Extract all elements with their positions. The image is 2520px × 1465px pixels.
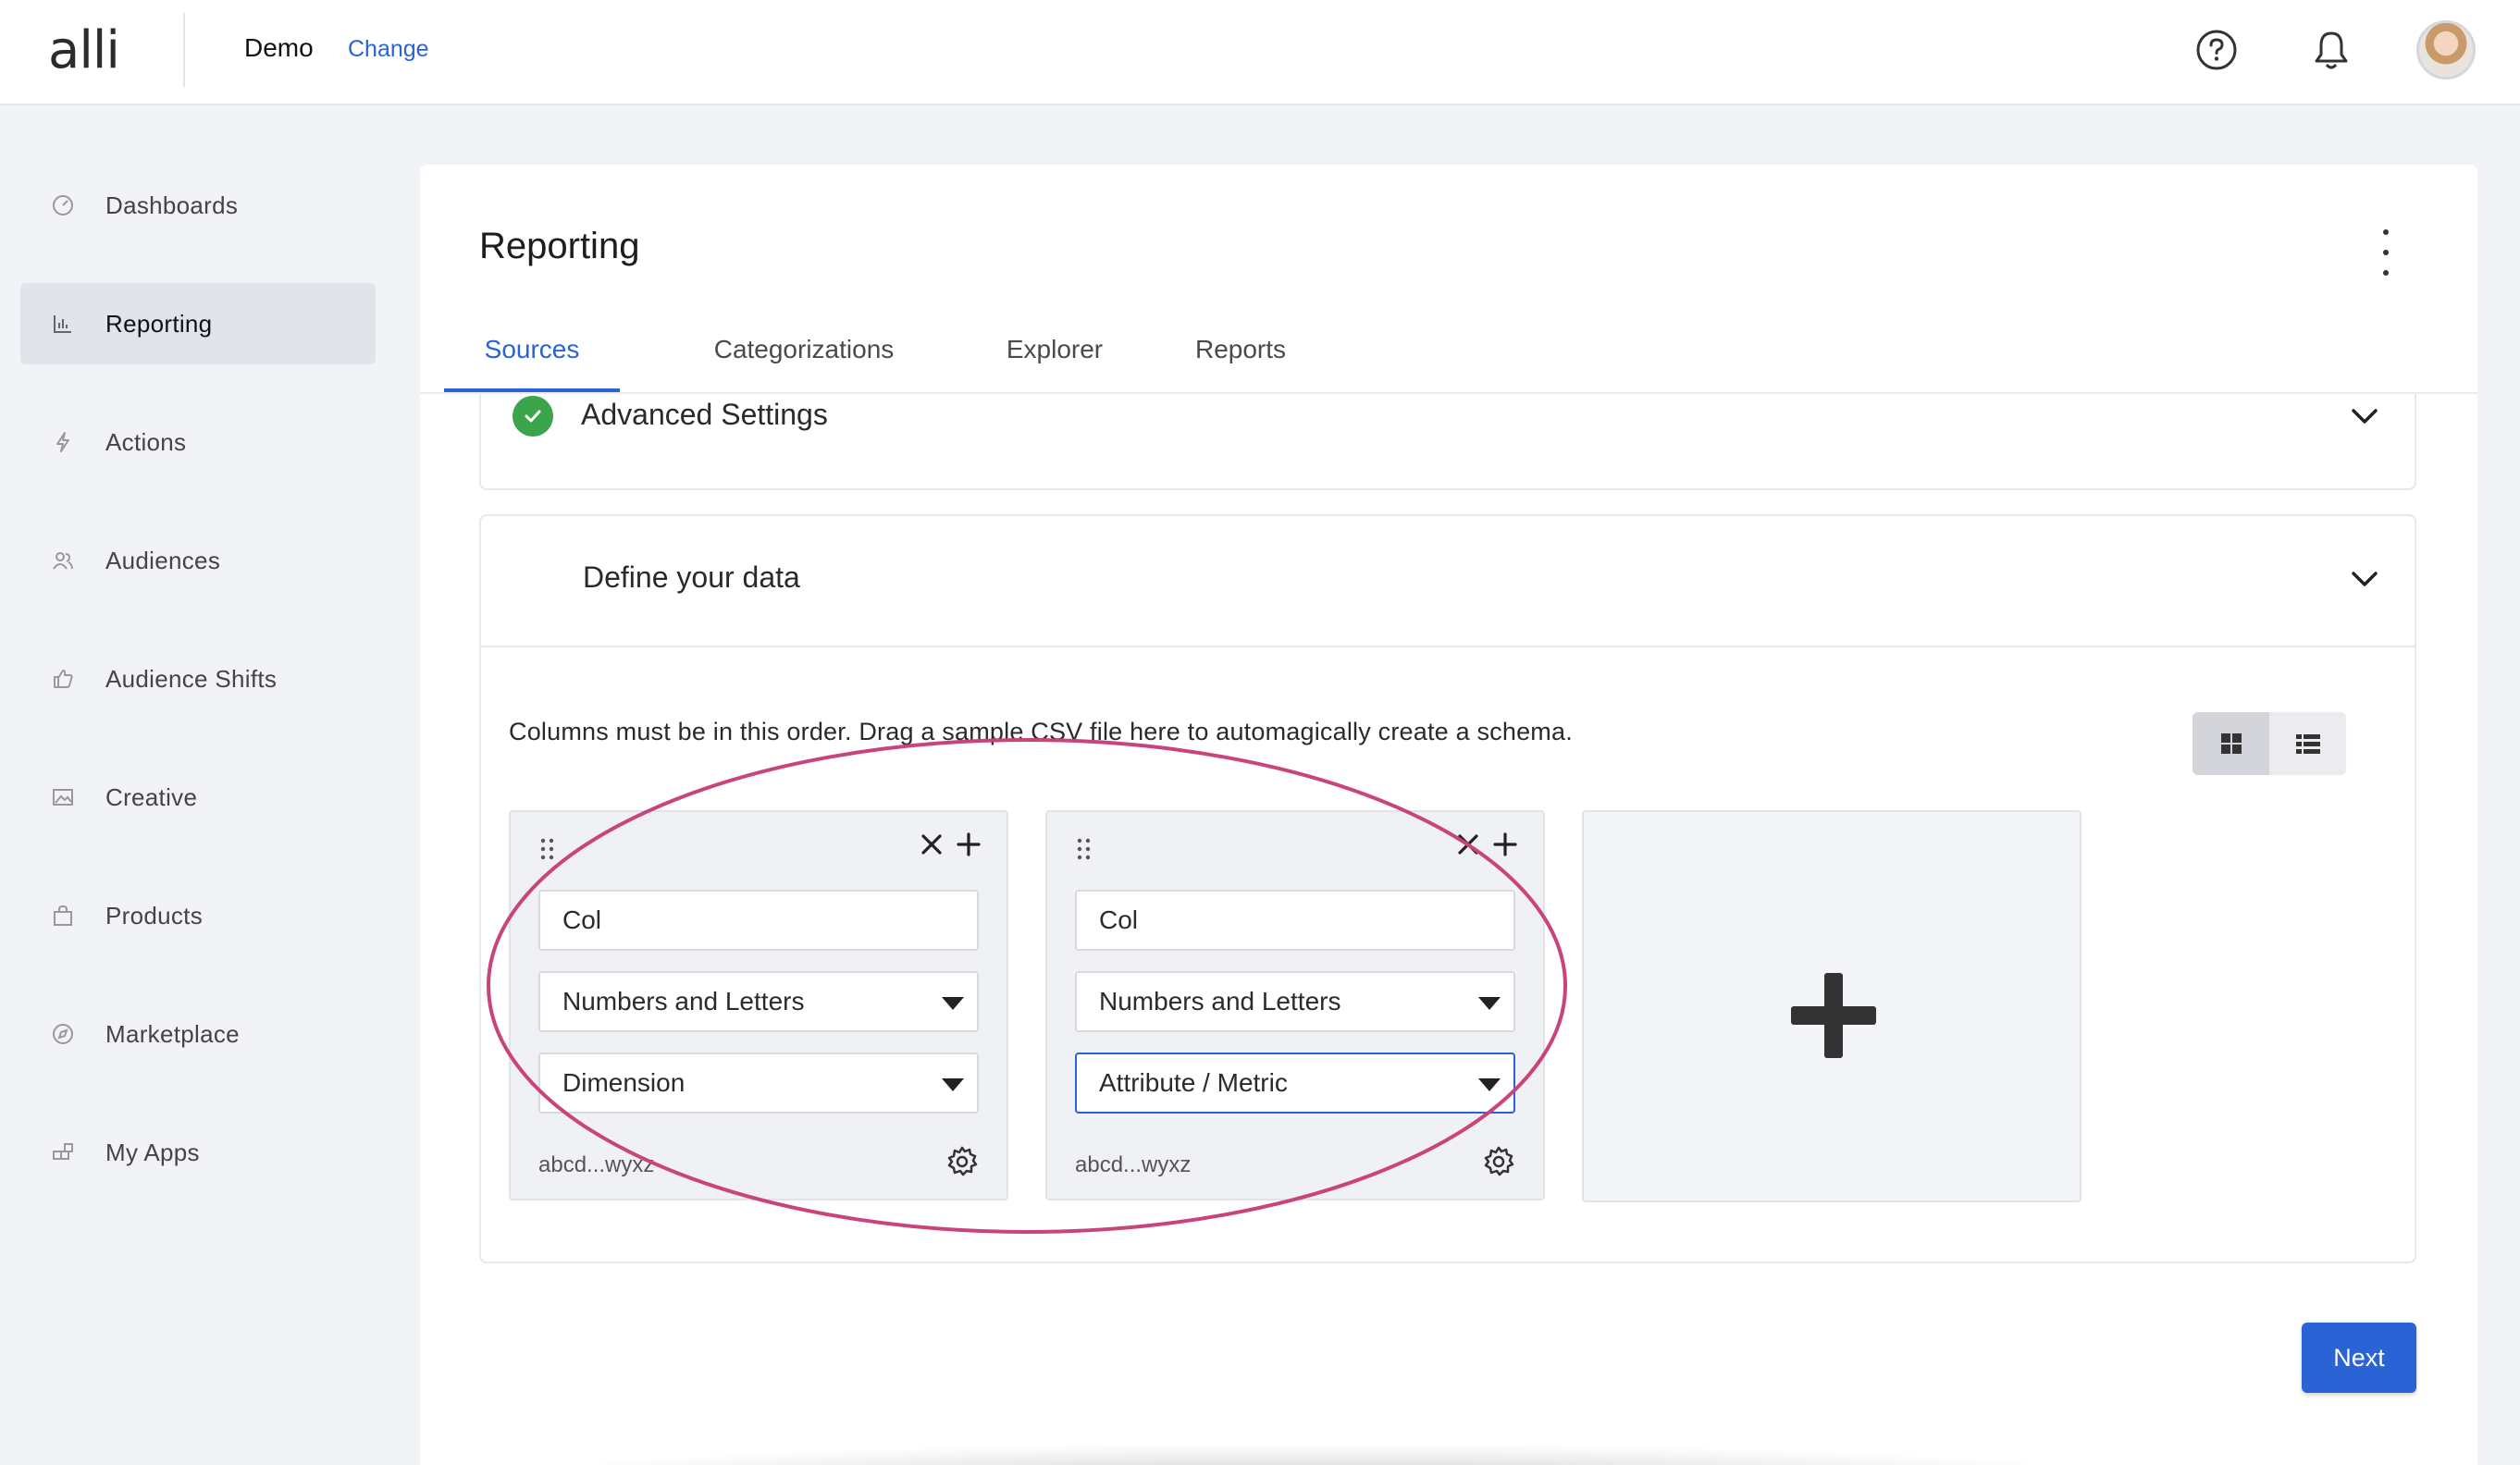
column-name-value: Col — [1099, 905, 1139, 934]
change-client-link[interactable]: Change — [348, 36, 429, 63]
grid-icon — [2220, 733, 2242, 754]
gear-icon[interactable] — [1480, 1143, 1517, 1180]
bar-chart-icon — [50, 311, 76, 337]
sidebar: Dashboards Reporting Actions Audiences A… — [0, 105, 398, 1465]
sidebar-item-creative[interactable]: Creative — [20, 757, 376, 838]
plus-icon — [1791, 973, 1876, 1058]
define-data-panel: Define your data Columns must be in this… — [479, 514, 2416, 1263]
sidebar-item-dashboards[interactable]: Dashboards — [20, 165, 376, 246]
list-view-button[interactable] — [2269, 712, 2346, 775]
sidebar-item-actions[interactable]: Actions — [20, 401, 376, 483]
sidebar-item-label: Dashboards — [105, 191, 239, 219]
people-icon — [50, 548, 76, 573]
page-title: Reporting — [479, 226, 640, 266]
column-card[interactable]: Col Numbers and Letters Attribute / Metr… — [1045, 810, 1545, 1200]
next-button[interactable]: Next — [2302, 1323, 2416, 1393]
data-type-select[interactable]: Numbers and Letters — [538, 971, 979, 1032]
topbar-divider — [183, 13, 185, 87]
remove-column-icon[interactable] — [916, 829, 947, 860]
grid-view-button[interactable] — [2193, 712, 2269, 775]
tab-reports[interactable]: Reports — [1153, 327, 1328, 392]
gauge-icon — [50, 192, 76, 218]
column-name-input[interactable]: Col — [538, 890, 979, 951]
column-sample-text: abcd...wyxz — [1075, 1152, 1192, 1177]
tab-sources[interactable]: Sources — [444, 327, 620, 392]
column-card[interactable]: Col Numbers and Letters Dimension abcd..… — [509, 810, 1008, 1200]
help-icon[interactable] — [2193, 26, 2241, 74]
remove-column-icon[interactable] — [1452, 829, 1484, 860]
list-icon — [2295, 734, 2320, 754]
gear-icon[interactable] — [944, 1143, 981, 1180]
sidebar-item-audience-shifts[interactable]: Audience Shifts — [20, 638, 376, 720]
instructions-text: Columns must be in this order. Drag a sa… — [509, 718, 1573, 745]
advanced-settings-title: Advanced Settings — [581, 398, 828, 431]
column-role-value: Attribute / Metric — [1099, 1068, 1288, 1097]
chevron-down-icon[interactable] — [2346, 560, 2383, 597]
bottom-shadow — [481, 1443, 2146, 1465]
column-role-select[interactable]: Attribute / Metric — [1075, 1053, 1515, 1114]
caret-down-icon — [942, 1078, 964, 1091]
column-role-value: Dimension — [562, 1068, 686, 1097]
caret-down-icon — [1478, 1078, 1501, 1091]
top-bar: alli Demo Change — [0, 0, 2520, 105]
chevron-down-icon[interactable] — [2346, 398, 2383, 435]
avatar[interactable] — [2416, 20, 2476, 80]
add-column-icon[interactable] — [953, 829, 984, 860]
caret-down-icon — [942, 997, 964, 1010]
main-card: Reporting Sources Categorizations Explor… — [420, 165, 2477, 1465]
sidebar-item-label: Audiences — [105, 546, 221, 574]
sidebar-item-audiences[interactable]: Audiences — [20, 520, 376, 601]
sidebar-item-products[interactable]: Products — [20, 875, 376, 956]
thumbs-up-icon — [50, 666, 76, 692]
sidebar-item-label: Marketplace — [105, 1019, 240, 1048]
sidebar-item-marketplace[interactable]: Marketplace — [20, 993, 376, 1075]
sidebar-item-label: Creative — [105, 782, 198, 811]
data-type-value: Numbers and Letters — [1099, 987, 1341, 1016]
column-role-select[interactable]: Dimension — [538, 1053, 979, 1114]
add-column-card[interactable] — [1582, 810, 2081, 1202]
drag-handle-icon[interactable] — [1075, 836, 1093, 862]
image-icon — [50, 784, 76, 810]
sidebar-item-label: My Apps — [105, 1138, 200, 1166]
compass-icon — [50, 1021, 76, 1047]
drag-handle-icon[interactable] — [538, 836, 557, 862]
add-column-icon[interactable] — [1489, 829, 1521, 860]
lightning-icon — [50, 429, 76, 455]
sidebar-item-label: Products — [105, 901, 204, 929]
bell-icon[interactable] — [2307, 26, 2355, 74]
sidebar-item-label: Reporting — [105, 309, 213, 338]
apps-icon — [50, 1139, 76, 1165]
tab-explorer[interactable]: Explorer — [971, 327, 1138, 392]
column-sample-text: abcd...wyxz — [538, 1152, 655, 1177]
data-type-select[interactable]: Numbers and Letters — [1075, 971, 1515, 1032]
view-toggle — [2193, 712, 2346, 775]
bag-icon — [50, 903, 76, 929]
alli-logo[interactable]: alli — [48, 20, 120, 80]
section-divider — [481, 646, 2415, 647]
column-name-input[interactable]: Col — [1075, 890, 1515, 951]
check-circle-icon — [513, 396, 553, 437]
sidebar-item-label: Actions — [105, 427, 187, 456]
tab-categorizations[interactable]: Categorizations — [679, 327, 929, 392]
column-name-value: Col — [562, 905, 602, 934]
client-name: Demo — [244, 33, 314, 62]
sidebar-item-label: Audience Shifts — [105, 664, 278, 693]
sidebar-item-reporting[interactable]: Reporting — [20, 283, 376, 364]
define-data-title: Define your data — [583, 560, 800, 594]
caret-down-icon — [1478, 997, 1501, 1010]
sidebar-item-my-apps[interactable]: My Apps — [20, 1112, 376, 1193]
data-type-value: Numbers and Letters — [562, 987, 805, 1016]
advanced-settings-panel[interactable]: Advanced Settings — [479, 394, 2416, 490]
more-options-icon[interactable] — [2372, 229, 2400, 276]
